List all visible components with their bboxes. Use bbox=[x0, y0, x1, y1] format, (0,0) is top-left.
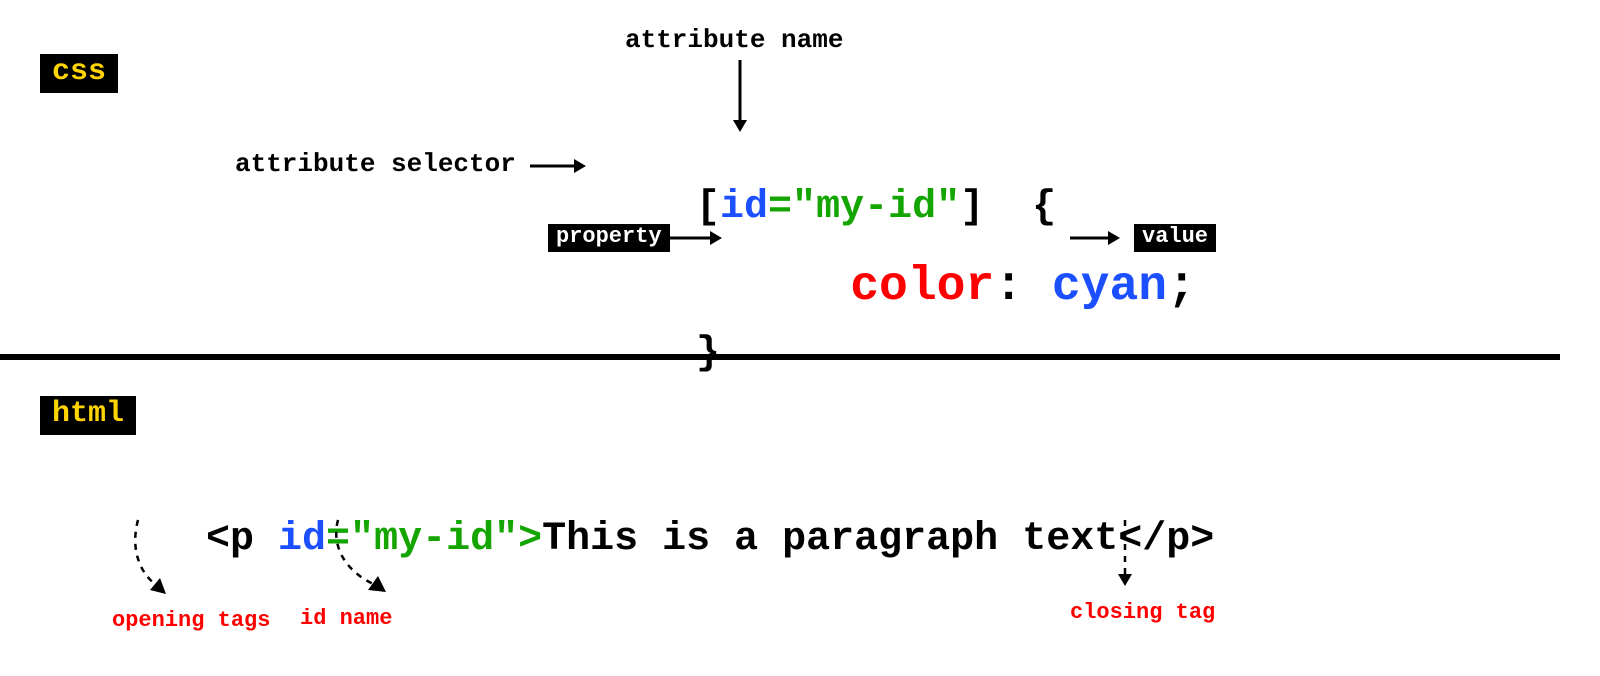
label-attribute-name: attribute name bbox=[625, 26, 843, 55]
arrow-right-icon bbox=[668, 228, 726, 248]
html-attr-name: id bbox=[278, 517, 326, 562]
dashed-arrow-icon bbox=[1115, 520, 1135, 592]
arrow-right-icon bbox=[1070, 228, 1124, 248]
label-id-name: id name bbox=[300, 606, 392, 631]
css-value: cyan bbox=[1052, 260, 1167, 314]
dashed-arrow-icon bbox=[120, 520, 180, 600]
diagram-root: { "badges": { "css": "css", "html": "htm… bbox=[0, 0, 1600, 676]
css-colon: : bbox=[994, 260, 1052, 314]
label-closing-tag: closing tag bbox=[1070, 600, 1215, 625]
open-tag-start: <p bbox=[206, 517, 278, 562]
html-badge: html bbox=[40, 396, 136, 435]
css-property: color bbox=[850, 260, 994, 314]
arrow-down-icon bbox=[730, 60, 750, 140]
section-divider bbox=[0, 354, 1560, 360]
html-text: This is a paragraph text bbox=[542, 517, 1118, 562]
label-property: property bbox=[548, 224, 670, 252]
label-value: value bbox=[1134, 224, 1216, 252]
bracket-open: [ bbox=[696, 185, 720, 230]
html-code-line: <p id="my-id">This is a paragraph text</… bbox=[110, 474, 1214, 606]
css-semicolon: ; bbox=[1167, 260, 1196, 314]
arrow-right-icon bbox=[530, 156, 590, 176]
css-declaration-line: color: cyan; bbox=[735, 208, 1196, 366]
label-attribute-selector: attribute selector bbox=[235, 150, 516, 179]
dashed-arrow-icon bbox=[320, 520, 400, 600]
label-opening-tags: opening tags bbox=[112, 608, 270, 633]
css-badge: css bbox=[40, 54, 118, 93]
html-quote-close: "> bbox=[494, 517, 542, 562]
